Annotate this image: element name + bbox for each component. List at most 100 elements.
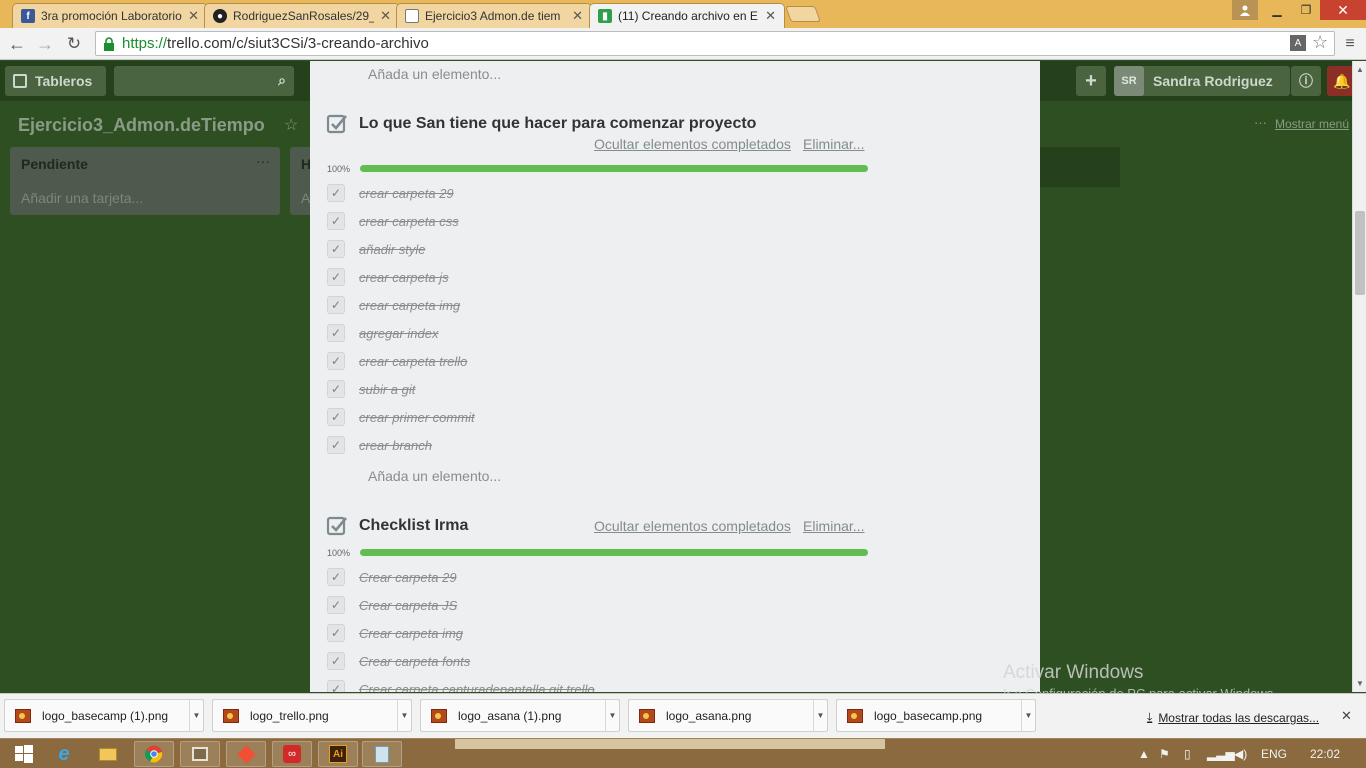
chrome-taskbar-icon[interactable] — [134, 741, 174, 767]
list-title[interactable]: Pendiente — [21, 156, 88, 172]
add-item-link[interactable]: Añada un elemento... — [368, 468, 501, 484]
checkbox-checked-icon[interactable]: ✓ — [327, 380, 345, 398]
item-text[interactable]: crear primer commit — [359, 410, 475, 425]
address-bar[interactable]: https:// trello.com/c/siut3CSi/3-creando… — [95, 31, 1335, 56]
chevron-down-icon[interactable]: ▼ — [813, 700, 827, 731]
illustrator-icon[interactable]: Ai — [318, 741, 358, 767]
scroll-up-arrow-icon[interactable]: ▲ — [1356, 65, 1364, 74]
boards-button[interactable]: Tableros — [5, 66, 106, 96]
scroll-down-arrow-icon[interactable]: ▼ — [1356, 679, 1364, 688]
checklist-item[interactable]: ✓ agregar index — [327, 323, 439, 343]
search-input[interactable]: ⌕ — [114, 66, 294, 96]
item-text[interactable]: añadir style — [359, 242, 425, 257]
download-item[interactable]: logo_asana.png ▼ — [628, 699, 828, 732]
notepad-icon[interactable] — [362, 741, 402, 767]
user-profile-icon[interactable] — [1232, 0, 1258, 20]
chevron-down-icon[interactable]: ▼ — [189, 700, 203, 731]
checklist-item[interactable]: ✓ subir a git — [327, 379, 415, 399]
bookmark-star-icon[interactable]: ☆ — [1312, 32, 1328, 53]
checklist-item[interactable]: ✓ crear carpeta img — [327, 295, 460, 315]
item-text[interactable]: crear carpeta css — [359, 214, 459, 229]
back-button[interactable]: ← — [5, 32, 29, 56]
clock[interactable]: 22:02 — [1310, 739, 1340, 768]
network-signal-icon[interactable]: ▂▃▅ — [1207, 739, 1235, 768]
download-file-name[interactable]: logo_trello.png — [250, 709, 397, 723]
hide-completed-link[interactable]: Ocultar elementos completados — [594, 518, 791, 534]
item-text[interactable]: crear carpeta img — [359, 298, 460, 313]
show-hidden-icons-icon[interactable]: ▲ — [1138, 739, 1150, 768]
checkbox-checked-icon[interactable]: ✓ — [327, 184, 345, 202]
checkbox-checked-icon[interactable]: ✓ — [327, 296, 345, 314]
item-text[interactable]: Crear carpeta img — [359, 626, 463, 641]
checklist-item[interactable]: ✓ crear carpeta 29 — [327, 183, 454, 203]
start-button[interactable] — [4, 741, 44, 767]
show-all-downloads-label[interactable]: Mostrar todas las descargas... — [1158, 711, 1319, 725]
download-item[interactable]: logo_basecamp (1).png ▼ — [4, 699, 204, 732]
item-text[interactable]: crear branch — [359, 438, 432, 453]
download-item[interactable]: logo_basecamp.png ▼ — [836, 699, 1036, 732]
checklist-item[interactable]: ✓ Crear carpeta img — [327, 623, 463, 643]
translate-icon[interactable]: A — [1290, 35, 1306, 51]
power-icon[interactable]: ▯ — [1184, 739, 1191, 768]
delete-checklist-link[interactable]: Eliminar... — [803, 136, 864, 152]
download-file-name[interactable]: logo_basecamp (1).png — [42, 709, 189, 723]
close-tab-icon[interactable]: ✕ — [572, 8, 583, 24]
checklist-item[interactable]: ✓ Crear carpeta 29 — [327, 567, 457, 587]
new-tab-button[interactable] — [785, 6, 821, 22]
download-file-name[interactable]: logo_asana (1).png — [458, 709, 605, 723]
checkbox-checked-icon[interactable]: ✓ — [327, 680, 345, 692]
checklist-title[interactable]: Checklist Irma — [359, 517, 468, 535]
checkbox-checked-icon[interactable]: ✓ — [327, 352, 345, 370]
add-item-link[interactable]: Añada un elemento... — [368, 66, 501, 82]
close-downloads-bar-icon[interactable]: ✕ — [1341, 708, 1352, 724]
board-title[interactable]: Ejercicio3_Admon.deTiempo — [18, 115, 265, 136]
close-tab-icon[interactable]: ✕ — [765, 8, 776, 24]
checkbox-checked-icon[interactable]: ✓ — [327, 624, 345, 642]
add-button[interactable]: + — [1076, 66, 1106, 96]
checklist-title[interactable]: Lo que San tiene que hacer para comenzar… — [359, 115, 756, 133]
checklist-item[interactable]: ✓ crear carpeta trello — [327, 351, 467, 371]
chevron-down-icon[interactable]: ▼ — [605, 700, 619, 731]
add-card-link[interactable]: Añadir una tarjeta... — [21, 190, 143, 206]
add-card-link[interactable]: A — [301, 190, 310, 206]
action-center-flag-icon[interactable]: ⚑ — [1159, 739, 1170, 768]
scrollbar-thumb[interactable] — [1355, 211, 1365, 295]
checkbox-checked-icon[interactable]: ✓ — [327, 652, 345, 670]
checkbox-checked-icon[interactable]: ✓ — [327, 324, 345, 342]
item-text[interactable]: crear carpeta trello — [359, 354, 467, 369]
checkbox-checked-icon[interactable]: ✓ — [327, 240, 345, 258]
add-list-placeholder[interactable] — [1040, 147, 1120, 187]
git-app-icon[interactable] — [226, 741, 266, 767]
chevron-down-icon[interactable]: ▼ — [1021, 700, 1035, 731]
checkbox-checked-icon[interactable]: ✓ — [327, 268, 345, 286]
browser-tab-trello[interactable]: ▮ (11) Creando archivo en E ✕ — [589, 3, 785, 28]
item-text[interactable]: Crear carpeta JS — [359, 598, 457, 613]
file-explorer-icon[interactable] — [88, 741, 128, 767]
checklist-item[interactable]: ✓ crear carpeta css — [327, 211, 459, 231]
download-file-name[interactable]: logo_basecamp.png — [874, 709, 1021, 723]
checklist-item[interactable]: ✓ crear primer commit — [327, 407, 475, 427]
show-menu-link[interactable]: Mostrar menú — [1275, 117, 1349, 131]
download-item[interactable]: logo_trello.png ▼ — [212, 699, 412, 732]
internet-explorer-icon[interactable]: e — [44, 741, 84, 767]
browser-tab-facebook[interactable]: f 3ra promoción Laboratorio ✕ — [12, 3, 208, 28]
item-text[interactable]: Crear carpeta capturadepantalla.git.trel… — [359, 682, 595, 693]
star-icon[interactable]: ☆ — [284, 115, 298, 135]
minimize-window-button[interactable]: ▁ — [1262, 0, 1292, 20]
close-tab-icon[interactable]: ✕ — [188, 8, 199, 24]
item-text[interactable]: Crear carpeta 29 — [359, 570, 457, 585]
creative-cloud-icon[interactable]: ∞ — [272, 741, 312, 767]
item-text[interactable]: agregar index — [359, 326, 439, 341]
checklist-item[interactable]: ✓ crear branch — [327, 435, 432, 455]
checkbox-checked-icon[interactable]: ✓ — [327, 408, 345, 426]
hide-completed-link[interactable]: Ocultar elementos completados — [594, 136, 791, 152]
checklist-item[interactable]: ✓ Crear carpeta JS — [327, 595, 457, 615]
chrome-menu-icon[interactable]: ≡ — [1338, 32, 1362, 56]
item-text[interactable]: crear carpeta 29 — [359, 186, 454, 201]
checklist-item[interactable]: ✓ crear carpeta js — [327, 267, 449, 287]
browser-tab-github[interactable]: ● RodriguezSanRosales/29_ ✕ — [204, 3, 400, 28]
close-window-button[interactable]: ✕ — [1320, 0, 1366, 20]
item-text[interactable]: crear carpeta js — [359, 270, 449, 285]
reload-button[interactable]: ↻ — [62, 32, 86, 56]
checkbox-checked-icon[interactable]: ✓ — [327, 436, 345, 454]
